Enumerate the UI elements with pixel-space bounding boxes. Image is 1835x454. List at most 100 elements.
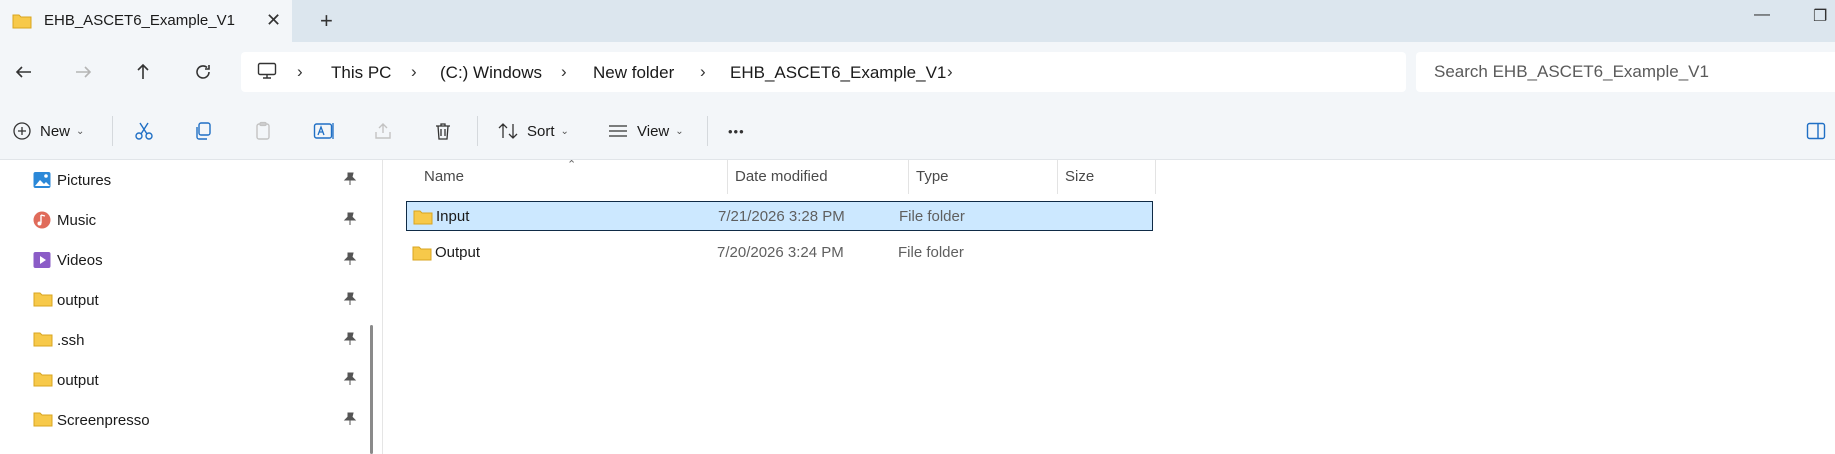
sort-button[interactable]: Sort ⌄	[497, 102, 569, 160]
sidebar-item-videos[interactable]: Videos	[0, 240, 370, 280]
sidebar-item-screenpresso[interactable]: Screenpresso	[0, 400, 370, 440]
sidebar-item-output[interactable]: output	[0, 280, 370, 320]
chevron-down-icon: ⌄	[675, 125, 684, 137]
search-input[interactable]: Search EHB_ASCET6_Example_V1	[1434, 62, 1709, 82]
pin-icon[interactable]	[343, 412, 357, 431]
column-header-name[interactable]: Name	[416, 160, 710, 194]
chevron-down-icon: ⌄	[76, 125, 85, 137]
pin-icon[interactable]	[343, 252, 357, 271]
arrow-up-icon	[137, 63, 149, 79]
clipboard-icon	[256, 121, 270, 140]
breadcrumb-this-pc[interactable]: This PC	[331, 63, 391, 83]
pin-icon[interactable]	[343, 372, 357, 391]
table-row[interactable]: Input 7/21/2026 3:28 PM File folder	[406, 201, 1153, 231]
pin-icon[interactable]	[343, 172, 357, 191]
address-row: › This PC › (C:) Windows › New folder › …	[0, 42, 1835, 102]
navigation-pane: Pictures Music Videos output .ssh output	[0, 160, 380, 454]
more-icon: •••	[728, 123, 745, 139]
sidebar-scrollbar[interactable]	[370, 325, 373, 454]
forward-button[interactable]	[65, 54, 101, 90]
command-bar: New ⌄ Sort ⌄ View ⌄ •••	[0, 102, 1835, 160]
table-row[interactable]: Output 7/20/2026 3:24 PM File folder	[406, 238, 1153, 268]
arrow-left-icon	[15, 66, 31, 78]
sort-button-label: Sort	[527, 122, 555, 140]
minimize-button[interactable]: —	[1754, 6, 1770, 24]
up-button[interactable]	[125, 54, 161, 90]
sidebar-item-label: output	[57, 292, 99, 309]
refresh-button[interactable]	[185, 54, 221, 90]
chevron-right-icon[interactable]: ›	[561, 62, 567, 82]
delete-button[interactable]	[433, 102, 453, 160]
sidebar-item-label: Pictures	[57, 172, 112, 189]
column-header-size[interactable]: Size	[1057, 160, 1155, 194]
column-header-date-modified[interactable]: Date modified	[727, 160, 908, 194]
copy-button[interactable]	[193, 102, 213, 160]
cut-button[interactable]	[134, 102, 154, 160]
close-tab-icon[interactable]: ✕	[266, 10, 281, 31]
column-header-type[interactable]: Type	[908, 160, 1057, 194]
chevron-down-icon: ⌄	[560, 125, 569, 137]
sidebar-item-label: .ssh	[57, 332, 85, 349]
trash-icon	[436, 123, 450, 140]
pin-icon[interactable]	[343, 292, 357, 311]
new-button-label: New	[40, 122, 71, 140]
rename-button[interactable]	[313, 102, 335, 160]
new-tab-button[interactable]: +	[320, 8, 333, 34]
sidebar-item-music[interactable]: Music	[0, 200, 370, 240]
folder-icon	[33, 331, 53, 352]
back-button[interactable]	[6, 54, 42, 90]
search-box[interactable]: Search EHB_ASCET6_Example_V1	[1416, 52, 1835, 92]
file-list: ⌃ Name Date modified Type Size Input 7/2…	[383, 159, 1835, 454]
toolbar-divider	[112, 116, 113, 146]
breadcrumb-c-drive[interactable]: (C:) Windows	[440, 63, 542, 83]
toolbar-divider	[477, 116, 478, 146]
file-type: File folder	[898, 244, 964, 261]
copy-icon	[196, 122, 211, 140]
title-bar: EHB_ASCET6_Example_V1 ✕ + — ❐	[0, 0, 1835, 42]
breadcrumb-new-folder[interactable]: New folder	[593, 63, 674, 83]
folder-icon	[12, 13, 32, 34]
chevron-right-icon[interactable]: ›	[297, 62, 303, 82]
view-list-icon	[609, 125, 627, 137]
sidebar-item-pictures[interactable]: Pictures	[0, 160, 370, 200]
folder-icon	[33, 291, 53, 312]
share-button[interactable]	[373, 102, 393, 160]
details-pane-button[interactable]	[1806, 122, 1826, 145]
details-pane-icon	[1806, 122, 1826, 140]
sidebar-item-label: Videos	[57, 252, 103, 269]
sidebar-item-ssh[interactable]: .ssh	[0, 320, 370, 360]
folder-icon	[413, 209, 433, 230]
tab-current-folder[interactable]: EHB_ASCET6_Example_V1 ✕	[0, 0, 292, 42]
column-divider[interactable]	[1155, 160, 1156, 194]
rename-icon	[313, 123, 334, 139]
chevron-right-icon[interactable]: ›	[700, 62, 706, 82]
pictures-icon	[33, 171, 51, 194]
file-name[interactable]: Input	[436, 208, 469, 225]
sidebar-item-label: Screenpresso	[57, 412, 150, 429]
restore-button[interactable]: ❐	[1813, 6, 1827, 26]
arrow-right-icon	[76, 66, 92, 78]
chevron-right-icon[interactable]: ›	[947, 62, 953, 82]
more-options-button[interactable]: •••	[728, 102, 745, 160]
videos-icon	[33, 251, 51, 274]
file-date-modified: 7/20/2026 3:24 PM	[717, 244, 844, 261]
computer-icon[interactable]	[257, 62, 277, 85]
file-date-modified: 7/21/2026 3:28 PM	[718, 208, 845, 225]
view-button[interactable]: View ⌄	[607, 102, 684, 160]
chevron-right-icon[interactable]: ›	[411, 62, 417, 82]
pin-icon[interactable]	[343, 332, 357, 351]
refresh-icon	[196, 65, 210, 79]
address-bar[interactable]: › This PC › (C:) Windows › New folder › …	[241, 52, 1406, 92]
sidebar-item-label: Music	[57, 212, 97, 229]
sidebar-item-output-2[interactable]: output	[0, 360, 370, 400]
paste-button[interactable]	[253, 102, 273, 160]
scissors-icon	[135, 122, 153, 140]
folder-icon	[33, 371, 53, 392]
tab-title: EHB_ASCET6_Example_V1	[44, 12, 235, 29]
music-icon	[33, 211, 51, 234]
pin-icon[interactable]	[343, 212, 357, 231]
file-name[interactable]: Output	[435, 244, 480, 261]
folder-icon	[33, 411, 53, 432]
new-button[interactable]: New ⌄	[12, 102, 84, 160]
breadcrumb-current[interactable]: EHB_ASCET6_Example_V1	[730, 63, 946, 83]
